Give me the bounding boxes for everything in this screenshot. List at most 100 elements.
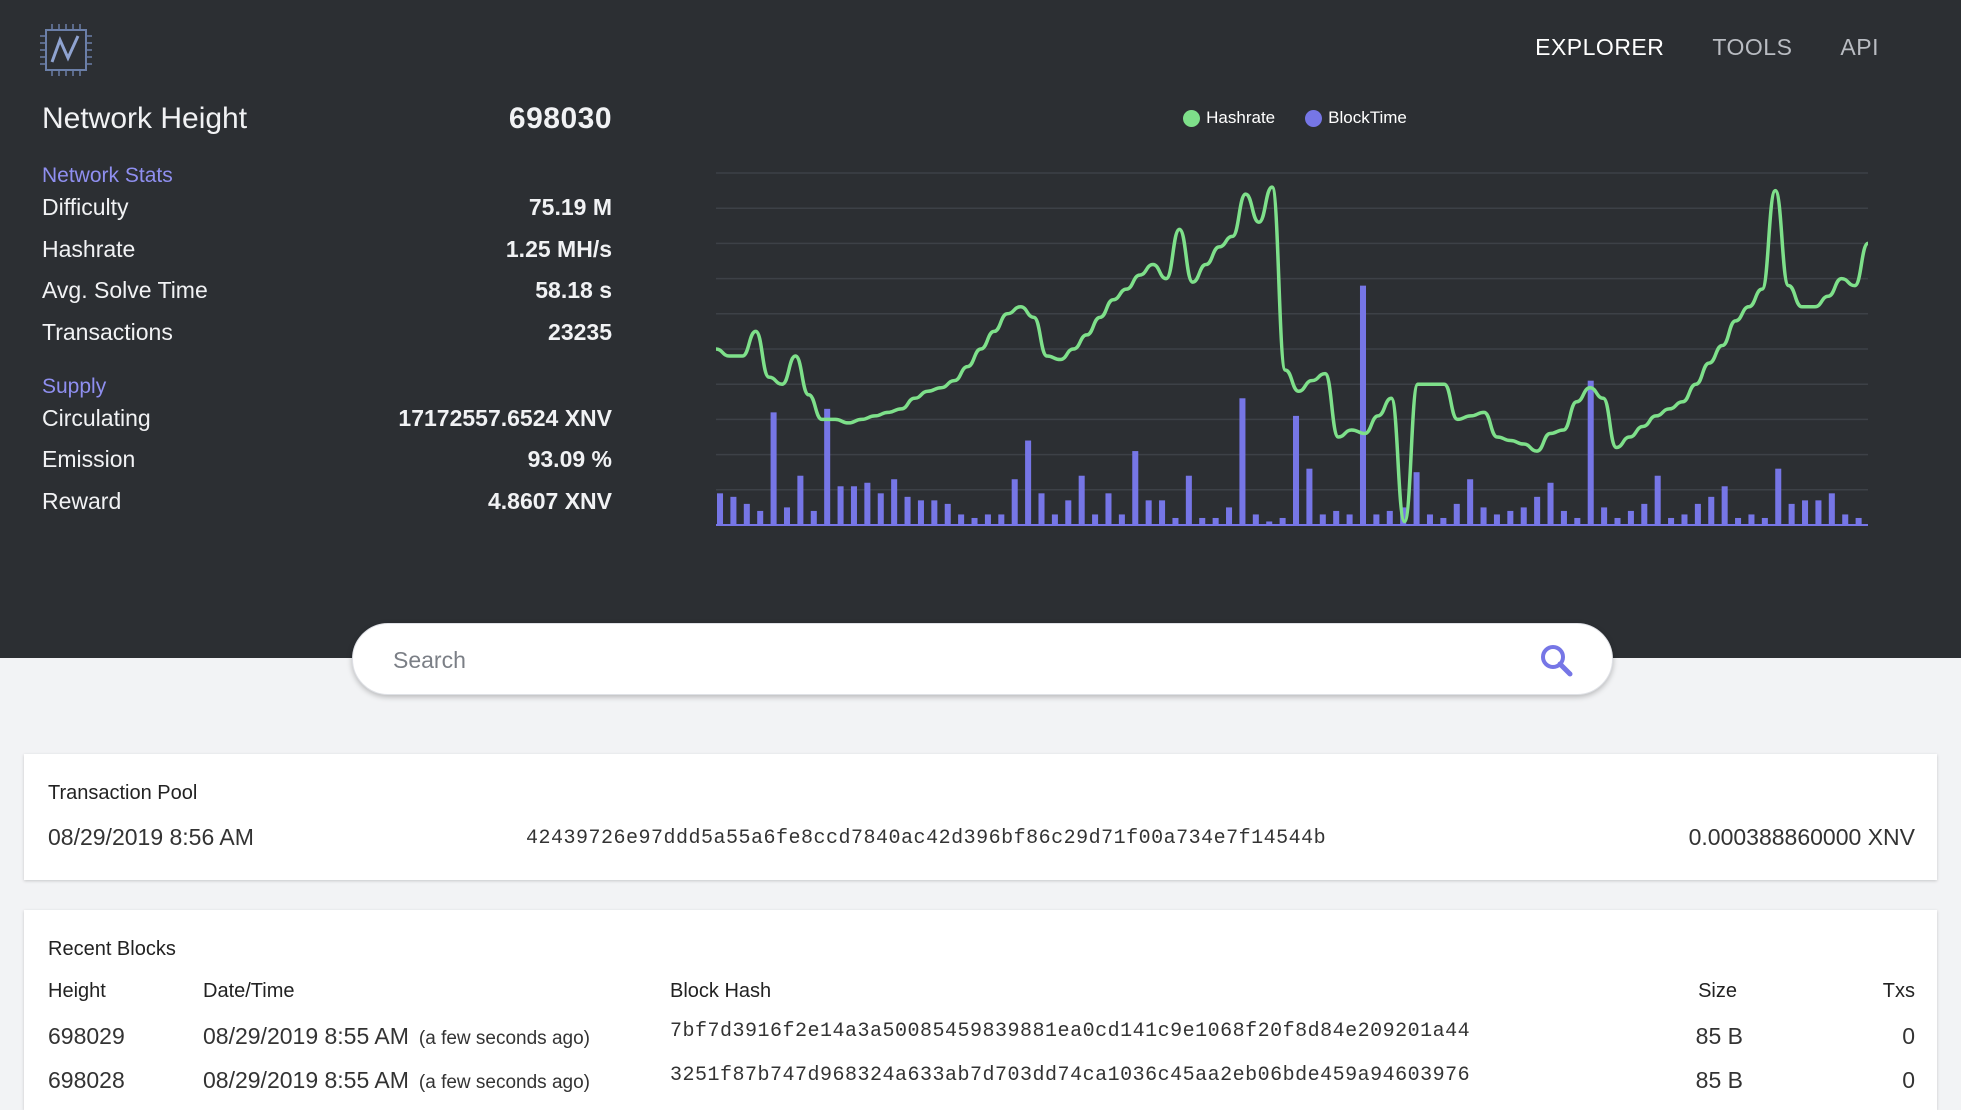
nav-explorer[interactable]: EXPLORER: [1535, 34, 1664, 61]
emission-value: 93.09 %: [527, 446, 612, 473]
blocktime-bar[interactable]: [1386, 510, 1393, 525]
row-height[interactable]: 698029: [48, 1023, 125, 1050]
blocktime-bar[interactable]: [998, 514, 1005, 525]
blocktime-bar[interactable]: [1132, 451, 1139, 525]
blocktime-bar[interactable]: [1467, 479, 1474, 525]
blocktime-bar[interactable]: [1092, 514, 1099, 525]
blocktime-bar[interactable]: [1038, 493, 1045, 525]
row-block-hash[interactable]: 7bf7d3916f2e14a3a50085459839881ea0cd141c…: [670, 1020, 1470, 1043]
blocktime-bar[interactable]: [1681, 514, 1688, 525]
blocktime-bar[interactable]: [1828, 493, 1835, 525]
blocktime-bar[interactable]: [730, 496, 737, 525]
blocktime-bar[interactable]: [1065, 500, 1072, 525]
blocktime-bar[interactable]: [1333, 510, 1340, 525]
hashrate-line[interactable]: [715, 185, 1870, 524]
blocktime-bar[interactable]: [1011, 479, 1018, 525]
blocktime-bar[interactable]: [837, 486, 844, 525]
blocktime-bar[interactable]: [1306, 468, 1313, 525]
blocktime-bar[interactable]: [1453, 503, 1460, 525]
pool-tx-hash[interactable]: 42439726e97ddd5a55a6fe8ccd7840ac42d396bf…: [526, 827, 1326, 850]
blocktime-bar[interactable]: [1159, 500, 1166, 525]
reward-row: Reward 4.8607 XNV: [42, 488, 612, 530]
blocktime-bar[interactable]: [757, 510, 764, 525]
blocktime-bar[interactable]: [1775, 468, 1782, 525]
blocktime-bar[interactable]: [783, 507, 791, 525]
blocktime-bar[interactable]: [958, 514, 965, 525]
blocktime-bar[interactable]: [1507, 510, 1514, 525]
blocktime-bar[interactable]: [1788, 503, 1795, 525]
blocktime-bar[interactable]: [1694, 503, 1701, 525]
blocktime-bar[interactable]: [1118, 514, 1125, 525]
blocktime-bar[interactable]: [1668, 517, 1675, 525]
blocktime-bar[interactable]: [1493, 514, 1500, 525]
blocktime-bar[interactable]: [904, 496, 911, 525]
blocktime-bar[interactable]: [1279, 517, 1286, 525]
search-input[interactable]: [391, 624, 1495, 696]
blocktime-bar[interactable]: [1413, 472, 1420, 525]
blocktime-bar[interactable]: [877, 493, 884, 525]
blocktime-bar[interactable]: [824, 408, 831, 525]
blocktime-bar[interactable]: [891, 479, 898, 525]
blocktime-bar[interactable]: [1199, 517, 1206, 525]
blocktime-bar[interactable]: [770, 412, 777, 525]
blocktime-bar[interactable]: [1051, 514, 1058, 525]
blocktime-bar[interactable]: [1802, 500, 1809, 525]
blocktime-bar[interactable]: [931, 500, 938, 525]
blocktime-bar[interactable]: [1078, 475, 1085, 525]
blocktime-bar[interactable]: [1708, 496, 1715, 525]
blocktime-bar[interactable]: [1748, 514, 1755, 525]
blocktime-bar[interactable]: [1293, 415, 1300, 525]
blocktime-bar[interactable]: [1721, 486, 1728, 525]
blocktime-bar[interactable]: [850, 486, 857, 525]
blocktime-bar[interactable]: [1641, 503, 1648, 525]
blocktime-bar[interactable]: [1654, 475, 1661, 525]
blocktime-bar[interactable]: [1574, 517, 1581, 525]
blocktime-bar[interactable]: [1025, 440, 1032, 525]
blocktime-bar[interactable]: [1601, 507, 1608, 525]
row-block-hash[interactable]: 3251f87b747d968324a633ab7d703dd74ca1036c…: [670, 1064, 1470, 1087]
blocktime-bar[interactable]: [1212, 517, 1219, 525]
blocktime-bar[interactable]: [1359, 285, 1367, 525]
logo-icon[interactable]: [38, 22, 94, 78]
blocktime-bar[interactable]: [1480, 507, 1487, 525]
blocktime-bar[interactable]: [1239, 398, 1246, 525]
blocktime-bar[interactable]: [1627, 510, 1634, 525]
blocktime-bar[interactable]: [1735, 517, 1742, 525]
blocktime-bar[interactable]: [1185, 475, 1192, 525]
search-icon[interactable]: [1538, 642, 1574, 678]
blocktime-bar[interactable]: [1587, 380, 1594, 525]
network-height-row: Network Height 698030: [42, 102, 612, 150]
blocktime-bar[interactable]: [1560, 510, 1567, 525]
blocktime-bar[interactable]: [717, 493, 724, 525]
blocktime-bar[interactable]: [1319, 514, 1326, 525]
blocktime-bar[interactable]: [864, 482, 871, 525]
blocktime-bar[interactable]: [1426, 514, 1433, 525]
blocktime-bar[interactable]: [1226, 507, 1233, 525]
blocktime-bar[interactable]: [1373, 514, 1380, 525]
blocktime-bar[interactable]: [1815, 500, 1822, 525]
blocktime-bar[interactable]: [1252, 514, 1259, 525]
blocktime-bar[interactable]: [1614, 517, 1621, 525]
blocktime-bar[interactable]: [1172, 517, 1179, 525]
blocktime-bar[interactable]: [944, 503, 951, 525]
blocktime-bar[interactable]: [1855, 517, 1862, 525]
blocktime-bar[interactable]: [971, 517, 978, 525]
blocktime-bar[interactable]: [1105, 493, 1112, 525]
nav-tools[interactable]: TOOLS: [1712, 34, 1792, 61]
blocktime-bar[interactable]: [1520, 507, 1527, 525]
blocktime-bar[interactable]: [797, 475, 804, 525]
blocktime-bar[interactable]: [1842, 514, 1849, 525]
blocktime-bar[interactable]: [1547, 482, 1554, 525]
nav-api[interactable]: API: [1840, 34, 1879, 61]
row-height[interactable]: 698028: [48, 1067, 125, 1094]
blocktime-bar[interactable]: [1440, 517, 1447, 525]
blocktime-bar[interactable]: [1346, 514, 1353, 525]
blocktime-bar[interactable]: [743, 503, 750, 525]
blocktime-bar[interactable]: [1534, 496, 1541, 525]
blocktime-bar[interactable]: [1761, 517, 1768, 525]
blocktime-bar[interactable]: [984, 514, 991, 525]
blocktime-bar[interactable]: [917, 500, 924, 525]
blocktime-bar[interactable]: [810, 510, 817, 525]
transaction-pool-card: Transaction Pool 08/29/2019 8:56 AM 4243…: [24, 754, 1937, 880]
blocktime-bar[interactable]: [1145, 500, 1152, 525]
